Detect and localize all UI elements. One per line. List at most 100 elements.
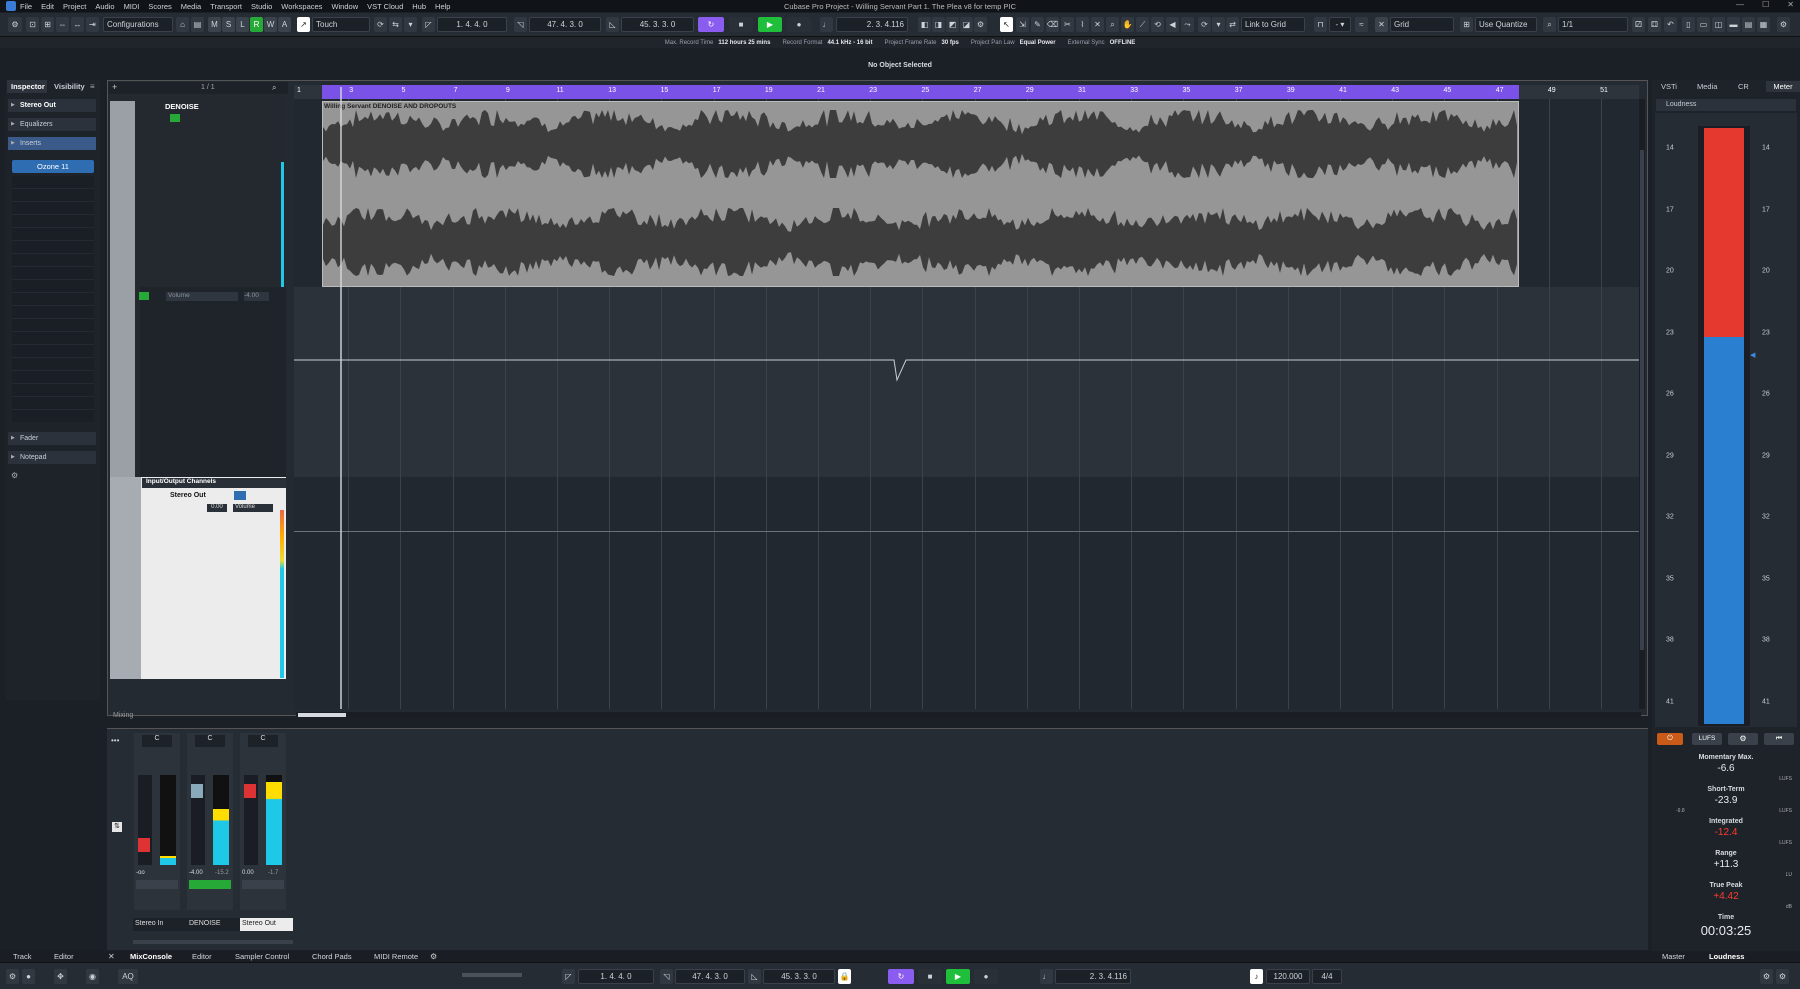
glue-tool-icon[interactable]: ⌇: [1076, 17, 1089, 32]
info-value[interactable]: 44.1 kHz - 16 bit: [827, 40, 872, 46]
snap-icon[interactable]: ⟳: [1198, 17, 1211, 32]
fader-cap[interactable]: [244, 784, 256, 798]
tool-icon[interactable]: ⊞: [41, 17, 54, 32]
mixer-tool-icon[interactable]: ⇅: [112, 822, 122, 832]
eraser-tool-icon[interactable]: ⌫: [1046, 17, 1059, 32]
cycle-icon[interactable]: ↻: [698, 17, 724, 32]
object-selection-icon[interactable]: ↖: [1000, 17, 1013, 32]
punch-field[interactable]: 45. 3. 3. 0: [763, 969, 835, 984]
tab-inspector[interactable]: Inspector: [7, 80, 47, 93]
menu-studio[interactable]: Studio: [251, 2, 272, 11]
edit-tool-icon-1[interactable]: ◧: [918, 17, 931, 32]
menu-midi[interactable]: MIDI: [124, 2, 140, 11]
layout-icon[interactable]: ▤: [191, 17, 204, 32]
more-icon[interactable]: •••: [111, 736, 119, 745]
info-value[interactable]: 112 hours 25 mins: [718, 40, 770, 46]
scrollbar-thumb[interactable]: [298, 713, 346, 717]
menu-help[interactable]: Help: [435, 2, 450, 11]
split-tool-icon[interactable]: ✂: [1061, 17, 1074, 32]
tempo-field[interactable]: 120.000: [1266, 969, 1310, 984]
transport-settings-icon[interactable]: ⚙: [1760, 969, 1773, 984]
search-icon[interactable]: ⌕: [272, 83, 276, 93]
close-icon[interactable]: ✕: [1787, 0, 1794, 9]
menu-edit[interactable]: Edit: [41, 2, 54, 11]
read-write-buttons[interactable]: [136, 880, 178, 889]
loudness-section-header[interactable]: Loudness: [1656, 99, 1796, 111]
menu-workspaces[interactable]: Workspaces: [281, 2, 322, 11]
channel-strip-denoise[interactable]: C -4.00 -15.2: [187, 733, 233, 910]
gear-icon[interactable]: ⚙: [430, 952, 437, 961]
metronome-status-icon[interactable]: ◉: [86, 969, 99, 984]
play-icon[interactable]: ▶: [758, 17, 782, 32]
comp-tool-icon[interactable]: ⟲: [1151, 17, 1164, 32]
grid-toggle-icon[interactable]: ✕: [1375, 17, 1388, 32]
play-tool-icon[interactable]: ◀: [1166, 17, 1179, 32]
left-locator-field[interactable]: 1. 4. 4. 0: [578, 969, 654, 984]
menu-window[interactable]: Window: [331, 2, 358, 11]
menu-scores[interactable]: Scores: [148, 2, 171, 11]
tab-editor-left[interactable]: Editor: [54, 952, 74, 961]
automation-a-button[interactable]: A: [278, 17, 291, 32]
tab-track[interactable]: Track: [13, 952, 31, 961]
lufs-button[interactable]: LUFS: [1692, 733, 1722, 745]
punch-icon[interactable]: ◺: [606, 17, 619, 32]
menu-audio[interactable]: Audio: [95, 2, 114, 11]
draw-tool-icon[interactable]: ✎: [1031, 17, 1044, 32]
folder-name[interactable]: Input/Output Channels: [142, 478, 286, 488]
snap-to-zero-icon[interactable]: ⊓: [1314, 17, 1327, 32]
section-equalizers[interactable]: Equalizers: [8, 118, 96, 131]
iq-icon[interactable]: ⚂: [1632, 17, 1645, 32]
menu-file[interactable]: File: [20, 2, 32, 11]
pan-knob[interactable]: C: [195, 735, 225, 747]
layout-overview-icon[interactable]: ▦: [1757, 17, 1770, 32]
cycle-icon[interactable]: ↻: [888, 969, 914, 984]
volume-automation-curve[interactable]: [294, 340, 1639, 390]
signature-field[interactable]: 4/4: [1312, 969, 1342, 984]
dropdown-arrow-icon[interactable]: ▾: [404, 17, 417, 32]
auto-scroll-icon[interactable]: ⇆: [389, 17, 402, 32]
automation-read-button[interactable]: [139, 292, 149, 300]
power-icon[interactable]: ⏻: [1657, 733, 1683, 745]
zoom-tool-icon[interactable]: ⌕: [1106, 17, 1119, 32]
read-write-buttons[interactable]: [189, 880, 231, 889]
fader-cap[interactable]: [138, 838, 150, 852]
edit-tool-icon-4[interactable]: ◪: [960, 17, 973, 32]
menu-hub[interactable]: Hub: [412, 2, 426, 11]
click-icon[interactable]: ♪: [1250, 969, 1263, 984]
close-icon[interactable]: ✕: [108, 952, 115, 961]
automation-param-dropdown[interactable]: Volume: [166, 292, 238, 301]
inspector-track-name[interactable]: Stereo Out: [8, 99, 96, 112]
zoom-icon[interactable]: ⇔: [56, 17, 69, 32]
record-icon[interactable]: ●: [787, 17, 811, 32]
right-locator-field[interactable]: 47. 4. 3. 0: [675, 969, 745, 984]
undo-icon[interactable]: ↶: [1664, 17, 1677, 32]
layout-infoline-icon[interactable]: ▤: [1742, 17, 1755, 32]
lock-icon[interactable]: ⌂: [176, 17, 189, 32]
channel-name-denoise[interactable]: DENOISE: [189, 920, 221, 927]
layout-inspector-icon[interactable]: ▯: [1682, 17, 1695, 32]
mixer-scrollbar[interactable]: [133, 940, 293, 944]
dropdown-arrow-icon[interactable]: ▾: [1212, 17, 1225, 32]
add-track-icon[interactable]: +: [112, 82, 117, 92]
tab-mixconsole[interactable]: MixConsole: [130, 952, 172, 961]
info-value[interactable]: Equal Power: [1020, 40, 1056, 46]
tab-cr[interactable]: CR: [1738, 81, 1749, 92]
listen-button[interactable]: L: [236, 17, 249, 32]
stop-icon[interactable]: ■: [918, 969, 942, 984]
info-value[interactable]: OFFLINE: [1110, 40, 1136, 46]
tab-media[interactable]: Media: [1697, 81, 1717, 92]
reset-icon[interactable]: ⏮: [1764, 733, 1794, 745]
lock-icon[interactable]: 🔒: [838, 969, 851, 984]
snap-status-icon[interactable]: ✥: [54, 969, 67, 984]
line-tool-icon[interactable]: ⟋: [1136, 17, 1149, 32]
constrain-icon[interactable]: ⊡: [26, 17, 39, 32]
tab-visibility[interactable]: Visibility: [50, 80, 88, 93]
aq-button[interactable]: AQ: [118, 969, 138, 984]
auto-quantize-icon[interactable]: ⚃: [1648, 17, 1661, 32]
menu-vst-cloud[interactable]: VST Cloud: [367, 2, 403, 11]
vertical-scrollbar-thumb[interactable]: [1640, 150, 1644, 650]
record-mode-icon[interactable]: ●: [22, 969, 35, 984]
transport-layout-icon[interactable]: ⚙: [1776, 969, 1789, 984]
settings-icon[interactable]: ⚙: [8, 17, 22, 32]
channel-strip-stereo-in[interactable]: C -oo: [134, 733, 180, 910]
